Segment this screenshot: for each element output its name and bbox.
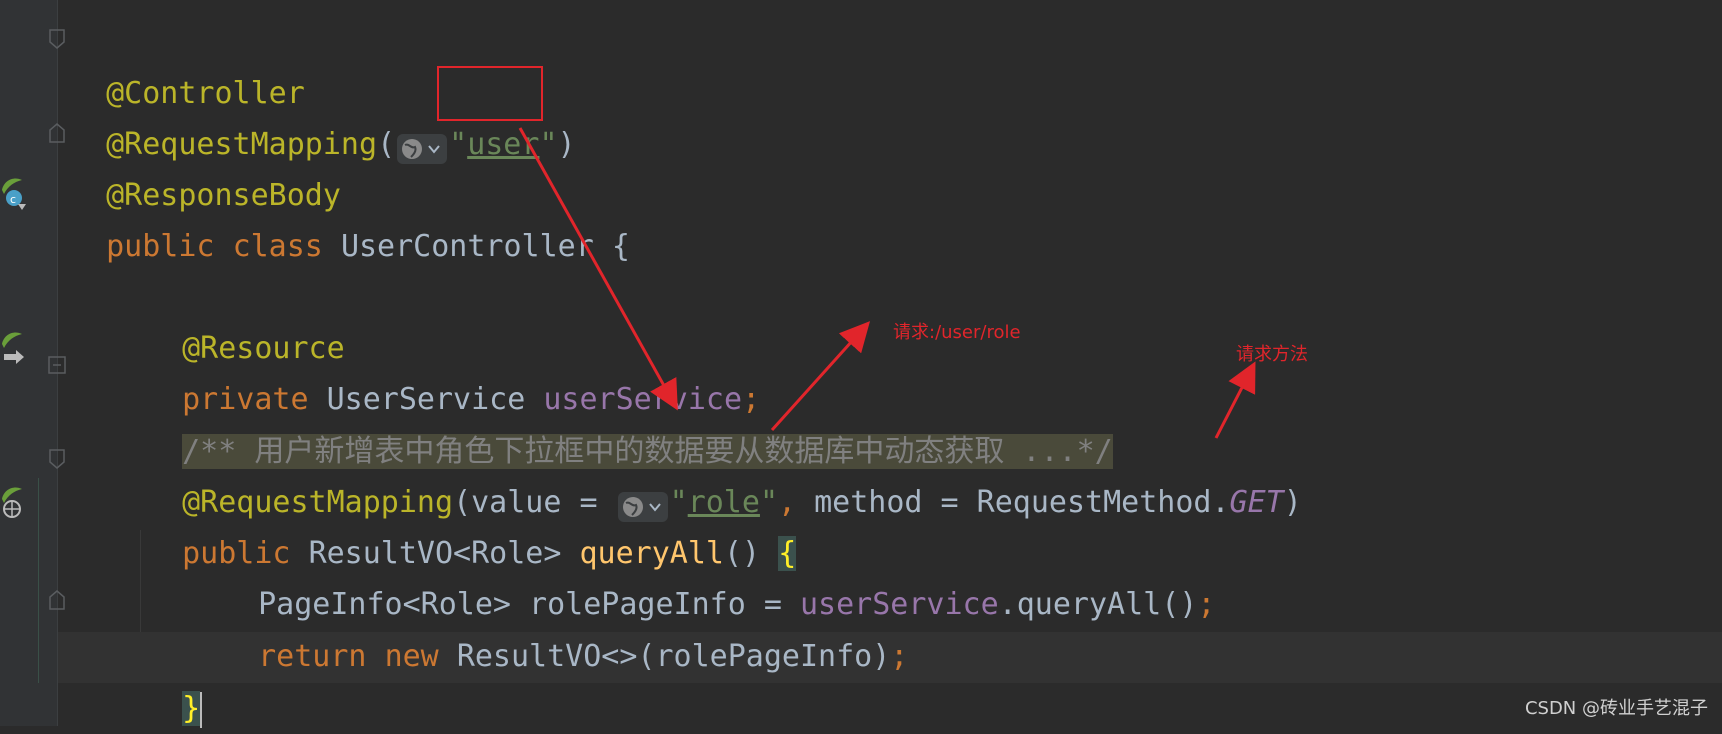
editor-gutter[interactable]: c [0, 0, 66, 726]
watermark: CSDN @砖业手艺混子 [1524, 698, 1708, 719]
keyword-new: new [384, 639, 439, 674]
svg-text:c: c [10, 193, 16, 206]
code-line-10[interactable]: public ResultVO<Role> queryAll() { [146, 477, 797, 571]
code-line-8[interactable]: /** 用户新增表中角色下拉框中的数据要从数据库中动态获取 ...*/ [146, 375, 1113, 469]
fold-end-icon[interactable] [47, 120, 67, 144]
code-line-7[interactable]: private UserService userService; [146, 323, 760, 417]
code-line-4[interactable]: public class UserController { [70, 170, 630, 264]
constructor-call[interactable]: ResultVO<>(rolePageInfo) [457, 639, 890, 674]
note-request-url: 请求:/user/role [893, 322, 1021, 343]
code-line-13[interactable]: } [146, 632, 203, 728]
fold-start-icon[interactable] [47, 448, 67, 472]
code-line-6[interactable]: @Resource [146, 272, 345, 366]
autowired-bean-icon[interactable] [0, 330, 28, 366]
code-line-11[interactable]: PageInfo<Role> rolePageInfo = userServic… [222, 528, 1215, 622]
code-line-1[interactable]: @Controller [70, 17, 305, 111]
http-method-get[interactable]: GET [1230, 485, 1284, 520]
indent-guide [140, 530, 141, 635]
code-line-9[interactable]: @RequestMapping(value = "role", method =… [146, 426, 1302, 522]
keyword-return: return [258, 639, 367, 674]
class-name[interactable]: UserController { [341, 229, 630, 264]
fold-start-icon[interactable] [47, 28, 67, 52]
semicolon: ; [1197, 587, 1216, 622]
scope-guide [38, 478, 39, 683]
note-request-method: 请求方法 [1236, 344, 1308, 365]
request-mapping-icon[interactable] [0, 485, 28, 521]
code-line-12[interactable]: return new ResultVO<>(rolePageInfo); [222, 580, 908, 674]
method-call[interactable]: .queryAll() [999, 587, 1198, 622]
keyword-public: public [106, 229, 215, 264]
mapping-path-user[interactable]: user [467, 127, 539, 162]
text-caret [200, 691, 203, 728]
semicolon: ; [890, 639, 909, 674]
fold-expand-icon[interactable] [47, 355, 67, 375]
keyword-class: class [232, 229, 323, 264]
highlight-box [437, 66, 543, 121]
url-inlay-hint[interactable] [397, 130, 448, 164]
method-arg: method = RequestMethod. [796, 485, 1230, 520]
paren: ) [557, 127, 576, 162]
spring-bean-icon[interactable]: c [0, 176, 28, 212]
matched-brace-close: } [182, 691, 201, 726]
quote: " [449, 127, 468, 162]
paren: ) [1283, 485, 1302, 520]
code-line-3[interactable]: @ResponseBody [70, 119, 341, 213]
fold-end-icon[interactable] [47, 587, 67, 611]
paren: ( [377, 127, 396, 162]
globe-icon [397, 133, 448, 164]
quote: " [539, 127, 558, 162]
